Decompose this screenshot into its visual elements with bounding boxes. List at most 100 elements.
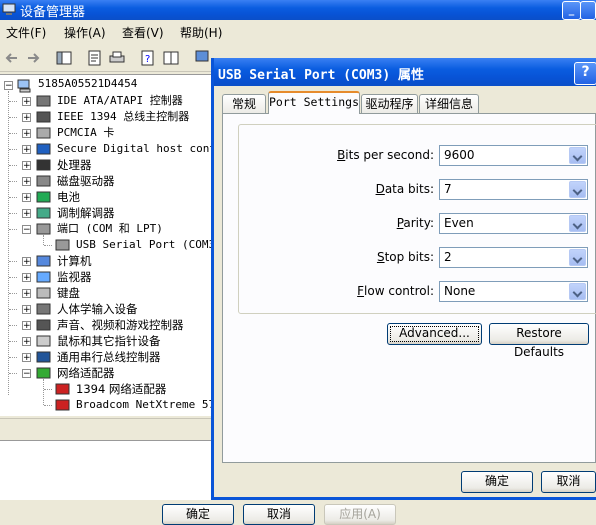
- menu-bar: 文件(F) 操作(A) 查看(V) 帮助(H): [0, 22, 596, 42]
- tree-item-label: 计算机: [57, 254, 92, 268]
- tree-item[interactable]: + 磁盘驱动器: [0, 173, 212, 189]
- tree-item[interactable]: + 调制解调器: [0, 205, 212, 221]
- menu-action[interactable]: 操作(A): [64, 24, 106, 41]
- tree-item[interactable]: 1394 网络适配器: [0, 381, 212, 397]
- expand-icon[interactable]: +: [22, 273, 31, 283]
- bits-per-second-select[interactable]: 9600: [439, 145, 588, 166]
- view-toggle-icon[interactable]: [162, 49, 180, 67]
- tree-item[interactable]: + Secure Digital host contro: [0, 141, 212, 157]
- tree-item[interactable]: + IEEE 1394 总线主控制器: [0, 109, 212, 125]
- console-tree-icon[interactable]: [55, 49, 73, 67]
- flow-control-value: None: [444, 284, 476, 298]
- collapse-root-icon[interactable]: −: [4, 81, 13, 91]
- properties-icon[interactable]: [86, 49, 104, 67]
- menu-view[interactable]: 查看(V): [122, 24, 164, 41]
- expand-icon[interactable]: +: [22, 97, 31, 107]
- tree-item-label: Broadcom NetXtreme 57xx: [76, 398, 212, 411]
- expand-icon[interactable]: +: [22, 161, 31, 171]
- help-book-icon[interactable]: ?: [139, 49, 157, 67]
- tree-item[interactable]: + PCMCIA 卡: [0, 125, 212, 141]
- tree-item[interactable]: + 监视器: [0, 269, 212, 285]
- forward-arrow-icon[interactable]: [24, 49, 42, 67]
- tree-item[interactable]: + 处理器: [0, 157, 212, 173]
- help-button[interactable]: ?: [574, 62, 596, 85]
- battery-icon: [36, 191, 51, 203]
- expand-icon[interactable]: +: [22, 177, 31, 187]
- chevron-down-icon[interactable]: [569, 147, 586, 164]
- ide-controller-icon: [36, 95, 51, 107]
- chevron-down-icon[interactable]: [569, 181, 586, 198]
- tree-item-label: 鼠标和其它指针设备: [57, 334, 161, 348]
- main-ok-button[interactable]: 确定: [162, 504, 234, 525]
- advanced-button[interactable]: Advanced...: [387, 323, 482, 345]
- back-arrow-icon[interactable]: [3, 49, 21, 67]
- main-apply-button[interactable]: 应用(A): [324, 504, 396, 525]
- data-bits-select[interactable]: 7: [439, 179, 588, 200]
- maximize-button[interactable]: [580, 1, 596, 20]
- expand-icon[interactable]: +: [22, 209, 31, 219]
- expand-icon[interactable]: +: [22, 321, 31, 331]
- tree-item-label: 键盘: [57, 286, 80, 300]
- tab-panel: Bits per second: 9600 Data bits: 7 Parit…: [222, 113, 596, 463]
- expand-icon[interactable]: +: [22, 289, 31, 299]
- tab-port-settings[interactable]: Port Settings: [268, 91, 360, 114]
- expand-icon[interactable]: +: [22, 129, 31, 139]
- tree-item[interactable]: − 端口 (COM 和 LPT): [0, 221, 212, 237]
- device-tree: − 5185A05521D4454 + IDE ATA/ATAPI 控制器 + IEE…: [0, 74, 212, 416]
- tree-item[interactable]: + 键盘: [0, 285, 212, 301]
- expand-icon[interactable]: +: [22, 257, 31, 267]
- chevron-down-icon[interactable]: [569, 249, 586, 266]
- expand-icon[interactable]: +: [22, 193, 31, 203]
- expand-icon[interactable]: +: [22, 145, 31, 155]
- flow-control-select[interactable]: None: [439, 281, 588, 302]
- tree-item-label: 网络适配器: [57, 366, 115, 380]
- tree-item-label: PCMCIA 卡: [57, 126, 115, 139]
- print-icon[interactable]: [108, 49, 126, 67]
- main-window-title: 设备管理器: [20, 5, 86, 20]
- scan-hardware-icon[interactable]: [194, 49, 212, 67]
- dialog-title-bar: USB Serial Port (COM3) 属性 ?: [214, 58, 596, 86]
- tree-item-label: 通用串行总线控制器: [57, 350, 161, 364]
- minimize-button[interactable]: _: [562, 1, 581, 20]
- tree-item-label: 端口 (COM 和 LPT): [57, 222, 163, 235]
- tree-item[interactable]: + 电池: [0, 189, 212, 205]
- tree-root[interactable]: 5185A05521D4454: [38, 77, 137, 90]
- stop-bits-select[interactable]: 2: [439, 247, 588, 268]
- expand-icon[interactable]: +: [22, 305, 31, 315]
- tree-item[interactable]: + IDE ATA/ATAPI 控制器: [0, 93, 212, 109]
- ieee1394-icon: [36, 111, 51, 123]
- tree-item[interactable]: + 通用串行总线控制器: [0, 349, 212, 365]
- horizontal-scrollbar[interactable]: [0, 418, 212, 434]
- port-icon: [36, 223, 51, 235]
- chevron-down-icon[interactable]: [569, 283, 586, 300]
- expand-icon[interactable]: +: [22, 113, 31, 123]
- main-button-bar: 确定 取消 应用(A): [0, 500, 596, 525]
- expand-icon[interactable]: +: [22, 353, 31, 363]
- parity-select[interactable]: Even: [439, 213, 588, 234]
- tree-item[interactable]: + 计算机: [0, 253, 212, 269]
- parity-value: Even: [444, 216, 474, 230]
- expand-icon[interactable]: +: [22, 337, 31, 347]
- menu-file[interactable]: 文件(F): [6, 24, 46, 41]
- tree-item[interactable]: Broadcom NetXtreme 57xx: [0, 397, 212, 413]
- restore-defaults-button[interactable]: Restore Defaults: [489, 323, 589, 359]
- tree-item[interactable]: + 鼠标和其它指针设备: [0, 333, 212, 349]
- tab-general[interactable]: 常规: [222, 94, 266, 113]
- tree-item[interactable]: − 网络适配器: [0, 365, 212, 381]
- dialog-cancel-button[interactable]: 取消: [541, 471, 596, 493]
- tree-item[interactable]: + 声音、视频和游戏控制器: [0, 317, 212, 333]
- collapse-icon[interactable]: −: [22, 369, 31, 379]
- main-cancel-button[interactable]: 取消: [243, 504, 315, 525]
- tree-item[interactable]: + 人体学输入设备: [0, 301, 212, 317]
- network-card-icon: [55, 399, 70, 411]
- tree-item-label: Secure Digital host contro: [57, 142, 212, 155]
- tree-item[interactable]: USB Serial Port (COM3): [0, 237, 212, 253]
- bits-per-second-value: 9600: [444, 148, 475, 162]
- chevron-down-icon[interactable]: [569, 215, 586, 232]
- usb-icon: [36, 351, 51, 363]
- menu-help[interactable]: 帮助(H): [180, 24, 222, 41]
- tab-driver[interactable]: 驱动程序: [361, 94, 418, 113]
- dialog-ok-button[interactable]: 确定: [461, 471, 533, 493]
- collapse-icon[interactable]: −: [22, 225, 31, 235]
- tab-details[interactable]: 详细信息: [419, 94, 479, 113]
